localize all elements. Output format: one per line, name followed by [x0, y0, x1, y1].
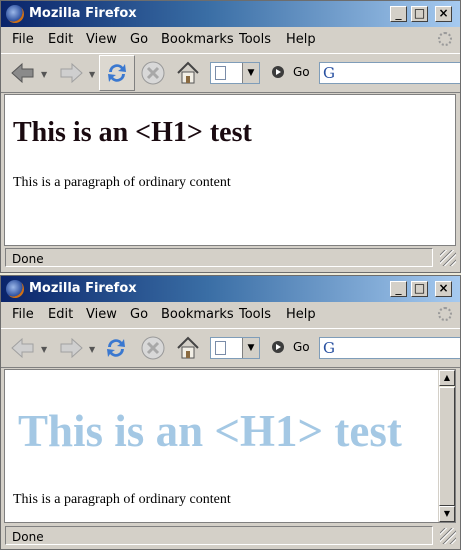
page-paragraph: This is a paragraph of ordinary content: [13, 492, 231, 507]
search-input[interactable]: G: [319, 62, 460, 84]
title-bar[interactable]: Mozilla Firefox _ □ ×: [1, 276, 460, 302]
url-dropdown-button[interactable]: ▼: [242, 63, 259, 83]
reload-icon: [108, 64, 126, 82]
resize-grip[interactable]: [440, 528, 456, 544]
menu-file[interactable]: File: [12, 307, 34, 322]
scroll-up-button[interactable]: ▲: [439, 370, 455, 386]
home-icon: [177, 61, 199, 84]
menu-bookmarks[interactable]: Bookmarks: [161, 32, 234, 47]
scroll-down-button[interactable]: ▼: [439, 506, 455, 522]
forward-button[interactable]: [57, 59, 85, 87]
vertical-scrollbar[interactable]: ▲ ▼: [438, 370, 455, 522]
status-text: Done: [5, 526, 433, 545]
forward-dropdown[interactable]: ▼: [89, 70, 95, 79]
page-paragraph: This is a paragraph of ordinary content: [13, 175, 231, 190]
window-title: Mozilla Firefox: [29, 281, 137, 296]
menu-help[interactable]: Help: [286, 307, 316, 322]
forward-arrow-icon: [60, 337, 83, 359]
forward-button[interactable]: [57, 334, 85, 362]
url-bar[interactable]: ▼: [210, 337, 260, 359]
back-arrow-icon: [11, 62, 34, 84]
menu-bar: File Edit View Go Bookmarks Tools Help: [1, 304, 460, 326]
menu-go[interactable]: Go: [130, 307, 148, 322]
page-content: This is an <H1> test This is a paragraph…: [4, 94, 456, 246]
reload-icon: [107, 339, 125, 357]
menu-edit[interactable]: Edit: [48, 32, 73, 47]
throbber-icon: [438, 32, 452, 46]
navigation-toolbar: ▼ ▼ ▼ Go G: [1, 328, 460, 368]
stop-button[interactable]: [139, 334, 167, 362]
menu-tools[interactable]: Tools: [239, 307, 271, 322]
menu-tools[interactable]: Tools: [239, 32, 271, 47]
go-arrow-icon[interactable]: [272, 341, 284, 353]
back-arrow-icon: [11, 337, 34, 359]
menu-bar: File Edit View Go Bookmarks Tools Help: [1, 29, 460, 51]
close-button[interactable]: ×: [435, 281, 452, 297]
forward-arrow-icon: [60, 62, 83, 84]
url-bar[interactable]: ▼: [210, 62, 260, 84]
stop-icon: [141, 336, 165, 360]
menu-view[interactable]: View: [86, 307, 117, 322]
menu-help[interactable]: Help: [286, 32, 316, 47]
minimize-button[interactable]: _: [390, 6, 407, 22]
forward-dropdown[interactable]: ▼: [89, 345, 95, 354]
menu-edit[interactable]: Edit: [48, 307, 73, 322]
search-input[interactable]: G: [319, 337, 460, 359]
navigation-toolbar: ▼ ▼ ▼ Go G: [1, 53, 460, 93]
go-button[interactable]: Go: [293, 340, 310, 354]
throbber-icon: [438, 307, 452, 321]
status-text: Done: [5, 248, 433, 267]
browser-window-2: Mozilla Firefox _ □ × File Edit View Go …: [0, 275, 461, 550]
menu-view[interactable]: View: [86, 32, 117, 47]
menu-bookmarks[interactable]: Bookmarks: [161, 307, 234, 322]
firefox-logo-icon: [6, 280, 24, 298]
page-icon: [215, 66, 226, 80]
window-title: Mozilla Firefox: [29, 6, 137, 21]
scroll-thumb[interactable]: [439, 387, 455, 506]
go-button[interactable]: Go: [293, 65, 310, 79]
menu-file[interactable]: File: [12, 32, 34, 47]
reload-button[interactable]: [99, 55, 135, 91]
google-icon[interactable]: G: [323, 64, 335, 82]
back-dropdown[interactable]: ▼: [41, 345, 47, 354]
home-icon: [177, 336, 199, 359]
resize-grip[interactable]: [440, 250, 456, 266]
page-heading: This is an <H1> test: [13, 117, 252, 148]
close-button[interactable]: ×: [435, 6, 452, 22]
back-button[interactable]: [9, 59, 37, 87]
minimize-button[interactable]: _: [390, 281, 407, 297]
status-bar: Done: [4, 526, 456, 546]
back-dropdown[interactable]: ▼: [41, 70, 47, 79]
home-button[interactable]: [174, 334, 202, 362]
menu-go[interactable]: Go: [130, 32, 148, 47]
firefox-logo-icon: [6, 5, 24, 23]
browser-window-1: Mozilla Firefox _ □ × File Edit View Go …: [0, 0, 461, 273]
url-dropdown-button[interactable]: ▼: [242, 338, 259, 358]
stop-icon: [141, 61, 165, 85]
title-bar[interactable]: Mozilla Firefox _ □ ×: [1, 1, 460, 27]
maximize-button[interactable]: □: [411, 281, 428, 297]
go-arrow-icon[interactable]: [272, 66, 284, 78]
google-icon[interactable]: G: [323, 339, 335, 357]
maximize-button[interactable]: □: [411, 6, 428, 22]
reload-button[interactable]: [102, 334, 130, 362]
page-content: This is an <H1> test This is a paragraph…: [4, 369, 456, 523]
back-button[interactable]: [9, 334, 37, 362]
page-heading: This is an <H1> test: [18, 406, 402, 456]
stop-button[interactable]: [139, 59, 167, 87]
page-icon: [215, 341, 226, 355]
status-bar: Done: [4, 248, 456, 268]
home-button[interactable]: [174, 59, 202, 87]
